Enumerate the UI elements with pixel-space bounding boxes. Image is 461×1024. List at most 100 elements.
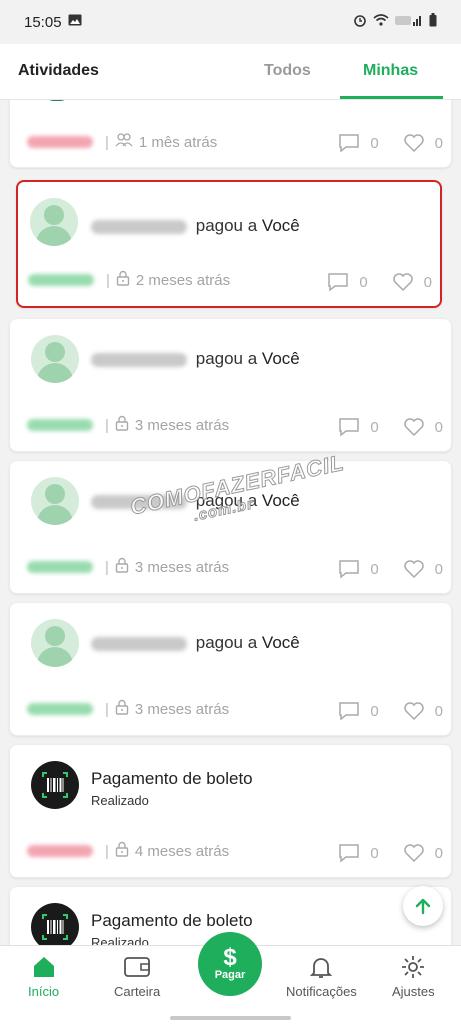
item-meta: | 2 meses atrás [28, 270, 230, 290]
pay-button[interactable]: $ Pagar [198, 932, 262, 996]
heart-icon [403, 418, 424, 437]
barcode-icon [31, 903, 79, 945]
comment-count: 0 [370, 702, 379, 720]
like-count: 0 [434, 418, 443, 436]
tab-minhas[interactable]: Minhas [363, 62, 418, 80]
comment-icon [339, 702, 360, 721]
friends-icon [115, 133, 133, 151]
like-button[interactable]: 0 [403, 843, 443, 863]
list-item[interactable]: pagou a Você | 3 meses atrás 0 0 [9, 602, 452, 736]
item-title: Pagamento de boleto [91, 769, 253, 788]
heart-icon [403, 702, 424, 721]
separator: | [105, 133, 109, 151]
like-button[interactable]: 0 [403, 133, 443, 153]
separator: | [105, 558, 109, 576]
amount-blurred [27, 419, 93, 431]
lock-icon [115, 841, 129, 861]
avatar [31, 335, 79, 383]
scroll-top-button[interactable] [403, 886, 443, 926]
comment-button[interactable]: 0 [338, 133, 379, 153]
list-item-highlighted[interactable]: pagou a Você | 2 meses atrás 0 0 [16, 180, 442, 308]
comment-count: 0 [359, 273, 368, 291]
like-button[interactable]: 0 [403, 417, 443, 437]
like-count: 0 [434, 134, 443, 152]
comment-icon [339, 844, 360, 863]
heart-icon [403, 844, 424, 863]
heart-icon [392, 273, 413, 292]
item-subtitle: Realizado [91, 935, 149, 945]
nav-label: Ajustes [392, 984, 435, 999]
nav-notificacoes[interactable]: Notificações [286, 954, 357, 999]
item-actions: 0 0 [311, 272, 432, 292]
heart-icon [403, 560, 424, 579]
comment-count: 0 [370, 418, 379, 436]
item-time: 3 meses atrás [134, 700, 230, 718]
alarm-icon [353, 13, 367, 32]
amount-blurred [27, 136, 93, 148]
item-meta: | 1 mês atrás [27, 133, 217, 151]
comment-button[interactable]: 0 [327, 272, 368, 292]
payer-name-blurred [91, 636, 187, 651]
item-actions: 0 0 [322, 701, 443, 721]
item-meta: | 4 meses atrás [27, 841, 229, 861]
nav-ajustes[interactable]: Ajustes [392, 954, 435, 999]
payer-name-blurred [91, 352, 187, 367]
nav-carteira[interactable]: Carteira [114, 954, 160, 999]
barcode-icon [31, 761, 79, 809]
lock-icon [115, 557, 129, 577]
item-actions: 0 0 [322, 133, 443, 153]
avatar [31, 477, 79, 525]
comment-count: 0 [370, 134, 379, 152]
gear-icon [402, 956, 425, 978]
item-meta: | 3 meses atrás [27, 699, 229, 719]
separator: | [106, 271, 110, 289]
page-title: Atividades [18, 62, 99, 79]
like-count: 0 [434, 702, 443, 720]
item-time: 3 meses atrás [134, 416, 230, 434]
avatar-partial [44, 100, 70, 101]
item-subtitle: Realizado [91, 793, 149, 808]
separator: | [105, 842, 109, 860]
list-item[interactable]: Pagamento de boleto Realizado | 4 meses … [9, 744, 452, 878]
item-headline: pagou a Você [91, 349, 300, 369]
item-verb: pagou a [195, 633, 258, 652]
signal-icon [395, 13, 423, 31]
comment-icon [328, 273, 349, 292]
activity-feed[interactable]: | 1 mês atrás 0 0 pagou a Você | 2 meses… [0, 100, 461, 945]
active-tab-indicator [340, 96, 443, 99]
nav-inicio[interactable]: Início [28, 954, 59, 999]
item-title: Pagamento de boleto [91, 911, 253, 930]
item-target: Você [261, 216, 300, 235]
item-target: Você [261, 349, 300, 368]
item-meta: | 3 meses atrás [27, 415, 229, 435]
gallery-icon [68, 13, 82, 31]
item-time: 1 mês atrás [138, 133, 218, 151]
list-item[interactable]: pagou a Você | 3 meses atrás 0 0 [9, 318, 452, 452]
comment-button[interactable]: 0 [338, 559, 379, 579]
like-count: 0 [423, 273, 432, 291]
comment-icon [339, 134, 360, 153]
payer-name-blurred [91, 219, 187, 234]
comment-button[interactable]: 0 [338, 843, 379, 863]
comment-button[interactable]: 0 [338, 417, 379, 437]
item-verb: pagou a [195, 349, 258, 368]
tab-todos[interactable]: Todos [264, 62, 311, 80]
battery-icon [429, 12, 437, 32]
home-indicator[interactable] [170, 1016, 291, 1020]
item-target: Você [261, 633, 300, 652]
item-actions: 0 0 [322, 559, 443, 579]
wallet-icon [124, 957, 151, 977]
like-button[interactable]: 0 [403, 701, 443, 721]
like-button[interactable]: 0 [392, 272, 432, 292]
like-button[interactable]: 0 [403, 559, 443, 579]
amount-blurred [27, 561, 93, 573]
like-count: 0 [434, 844, 443, 862]
lock-icon [115, 415, 129, 435]
comment-button[interactable]: 0 [338, 701, 379, 721]
activity-header: Atividades Todos Minhas [0, 44, 461, 100]
like-count: 0 [434, 560, 443, 578]
list-item[interactable]: | 1 mês atrás 0 0 [9, 100, 452, 168]
item-headline: pagou a Você [91, 216, 300, 236]
item-meta: | 3 meses atrás [27, 557, 229, 577]
item-actions: 0 0 [322, 417, 443, 437]
